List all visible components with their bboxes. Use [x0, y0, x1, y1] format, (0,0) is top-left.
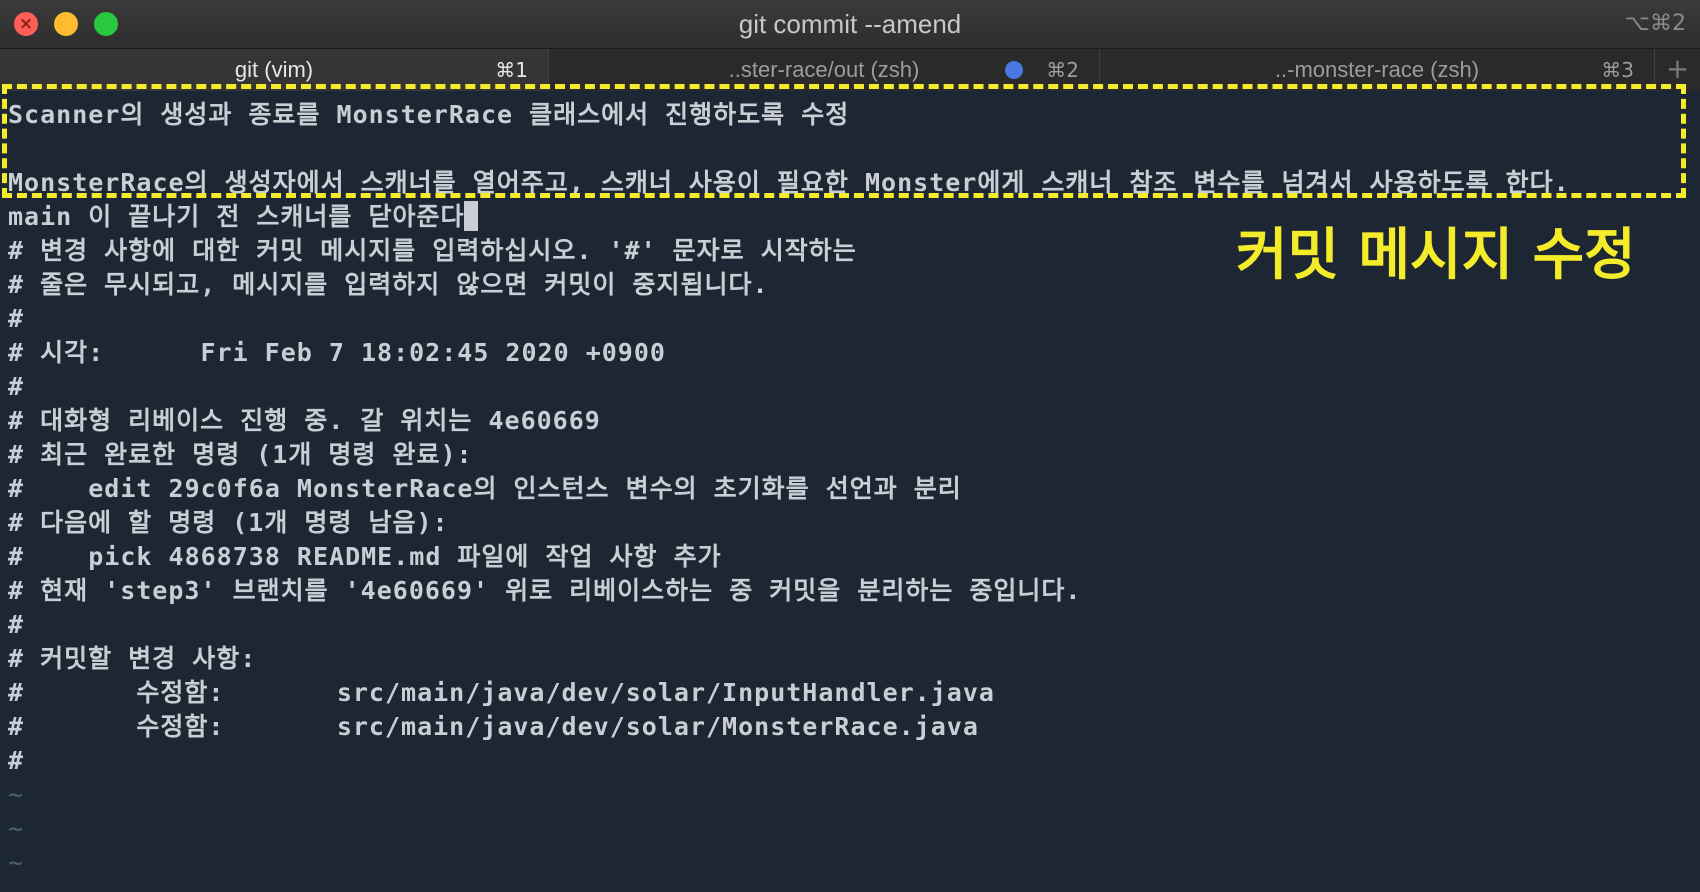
comment-line: # 대화형 리베이스 진행 중. 갈 위치는 4e60669 — [8, 406, 601, 435]
comment-line: # 시각: Fri Feb 7 18:02:45 2020 +0900 — [8, 338, 666, 367]
comment-line: # 수정함: src/main/java/dev/solar/MonsterRa… — [8, 712, 979, 741]
empty-buffer-tilde: ~ — [8, 814, 25, 843]
empty-buffer-tilde: ~ — [8, 780, 25, 809]
activity-indicator-icon — [1005, 61, 1023, 79]
comment-line: # 최근 완료한 명령 (1개 명령 완료): — [8, 440, 473, 469]
comment-line: # edit 29c0f6a MonsterRace의 인스턴스 변수의 초기화… — [8, 474, 962, 503]
comment-line: # pick 4868738 README.md 파일에 작업 사항 추가 — [8, 542, 722, 571]
comment-line: # 다음에 할 명령 (1개 명령 남음): — [8, 508, 449, 537]
comment-line: # 수정함: src/main/java/dev/solar/InputHand… — [8, 678, 995, 707]
empty-buffer-tilde: ~ — [8, 848, 25, 877]
comment-line: # 커밋할 변경 사항: — [8, 644, 257, 673]
annotation-label: 커밋 메시지 수정 — [1236, 223, 1636, 288]
comment-line: # 변경 사항에 대한 커밋 메시지를 입력하십시오. '#' 문자로 시작하는 — [8, 236, 857, 265]
comment-line: # 줄은 무시되고, 메시지를 입력하지 않으면 커밋이 중지됩니다. — [8, 270, 769, 299]
window-shortcut: ⌥⌘2 — [1624, 11, 1686, 36]
comment-line: # 현재 'step3' 브랜치를 '4e60669' 위로 리베이스하는 중 … — [8, 576, 1082, 605]
text-cursor — [464, 201, 479, 231]
line-text: main 이 끝나기 전 스캐너를 닫아준다 — [8, 202, 465, 231]
comment-line: # — [8, 746, 25, 775]
commit-message-line: main 이 끝나기 전 스캐너를 닫아준다 — [8, 200, 479, 234]
comment-line: # — [8, 610, 25, 639]
title-bar: × git commit --amend ⌥⌘2 — [0, 0, 1700, 49]
window-title: git commit --amend — [738, 9, 962, 39]
comment-line: # — [8, 304, 25, 333]
comment-line: # — [8, 372, 25, 401]
highlight-annotation-box — [2, 84, 1686, 198]
